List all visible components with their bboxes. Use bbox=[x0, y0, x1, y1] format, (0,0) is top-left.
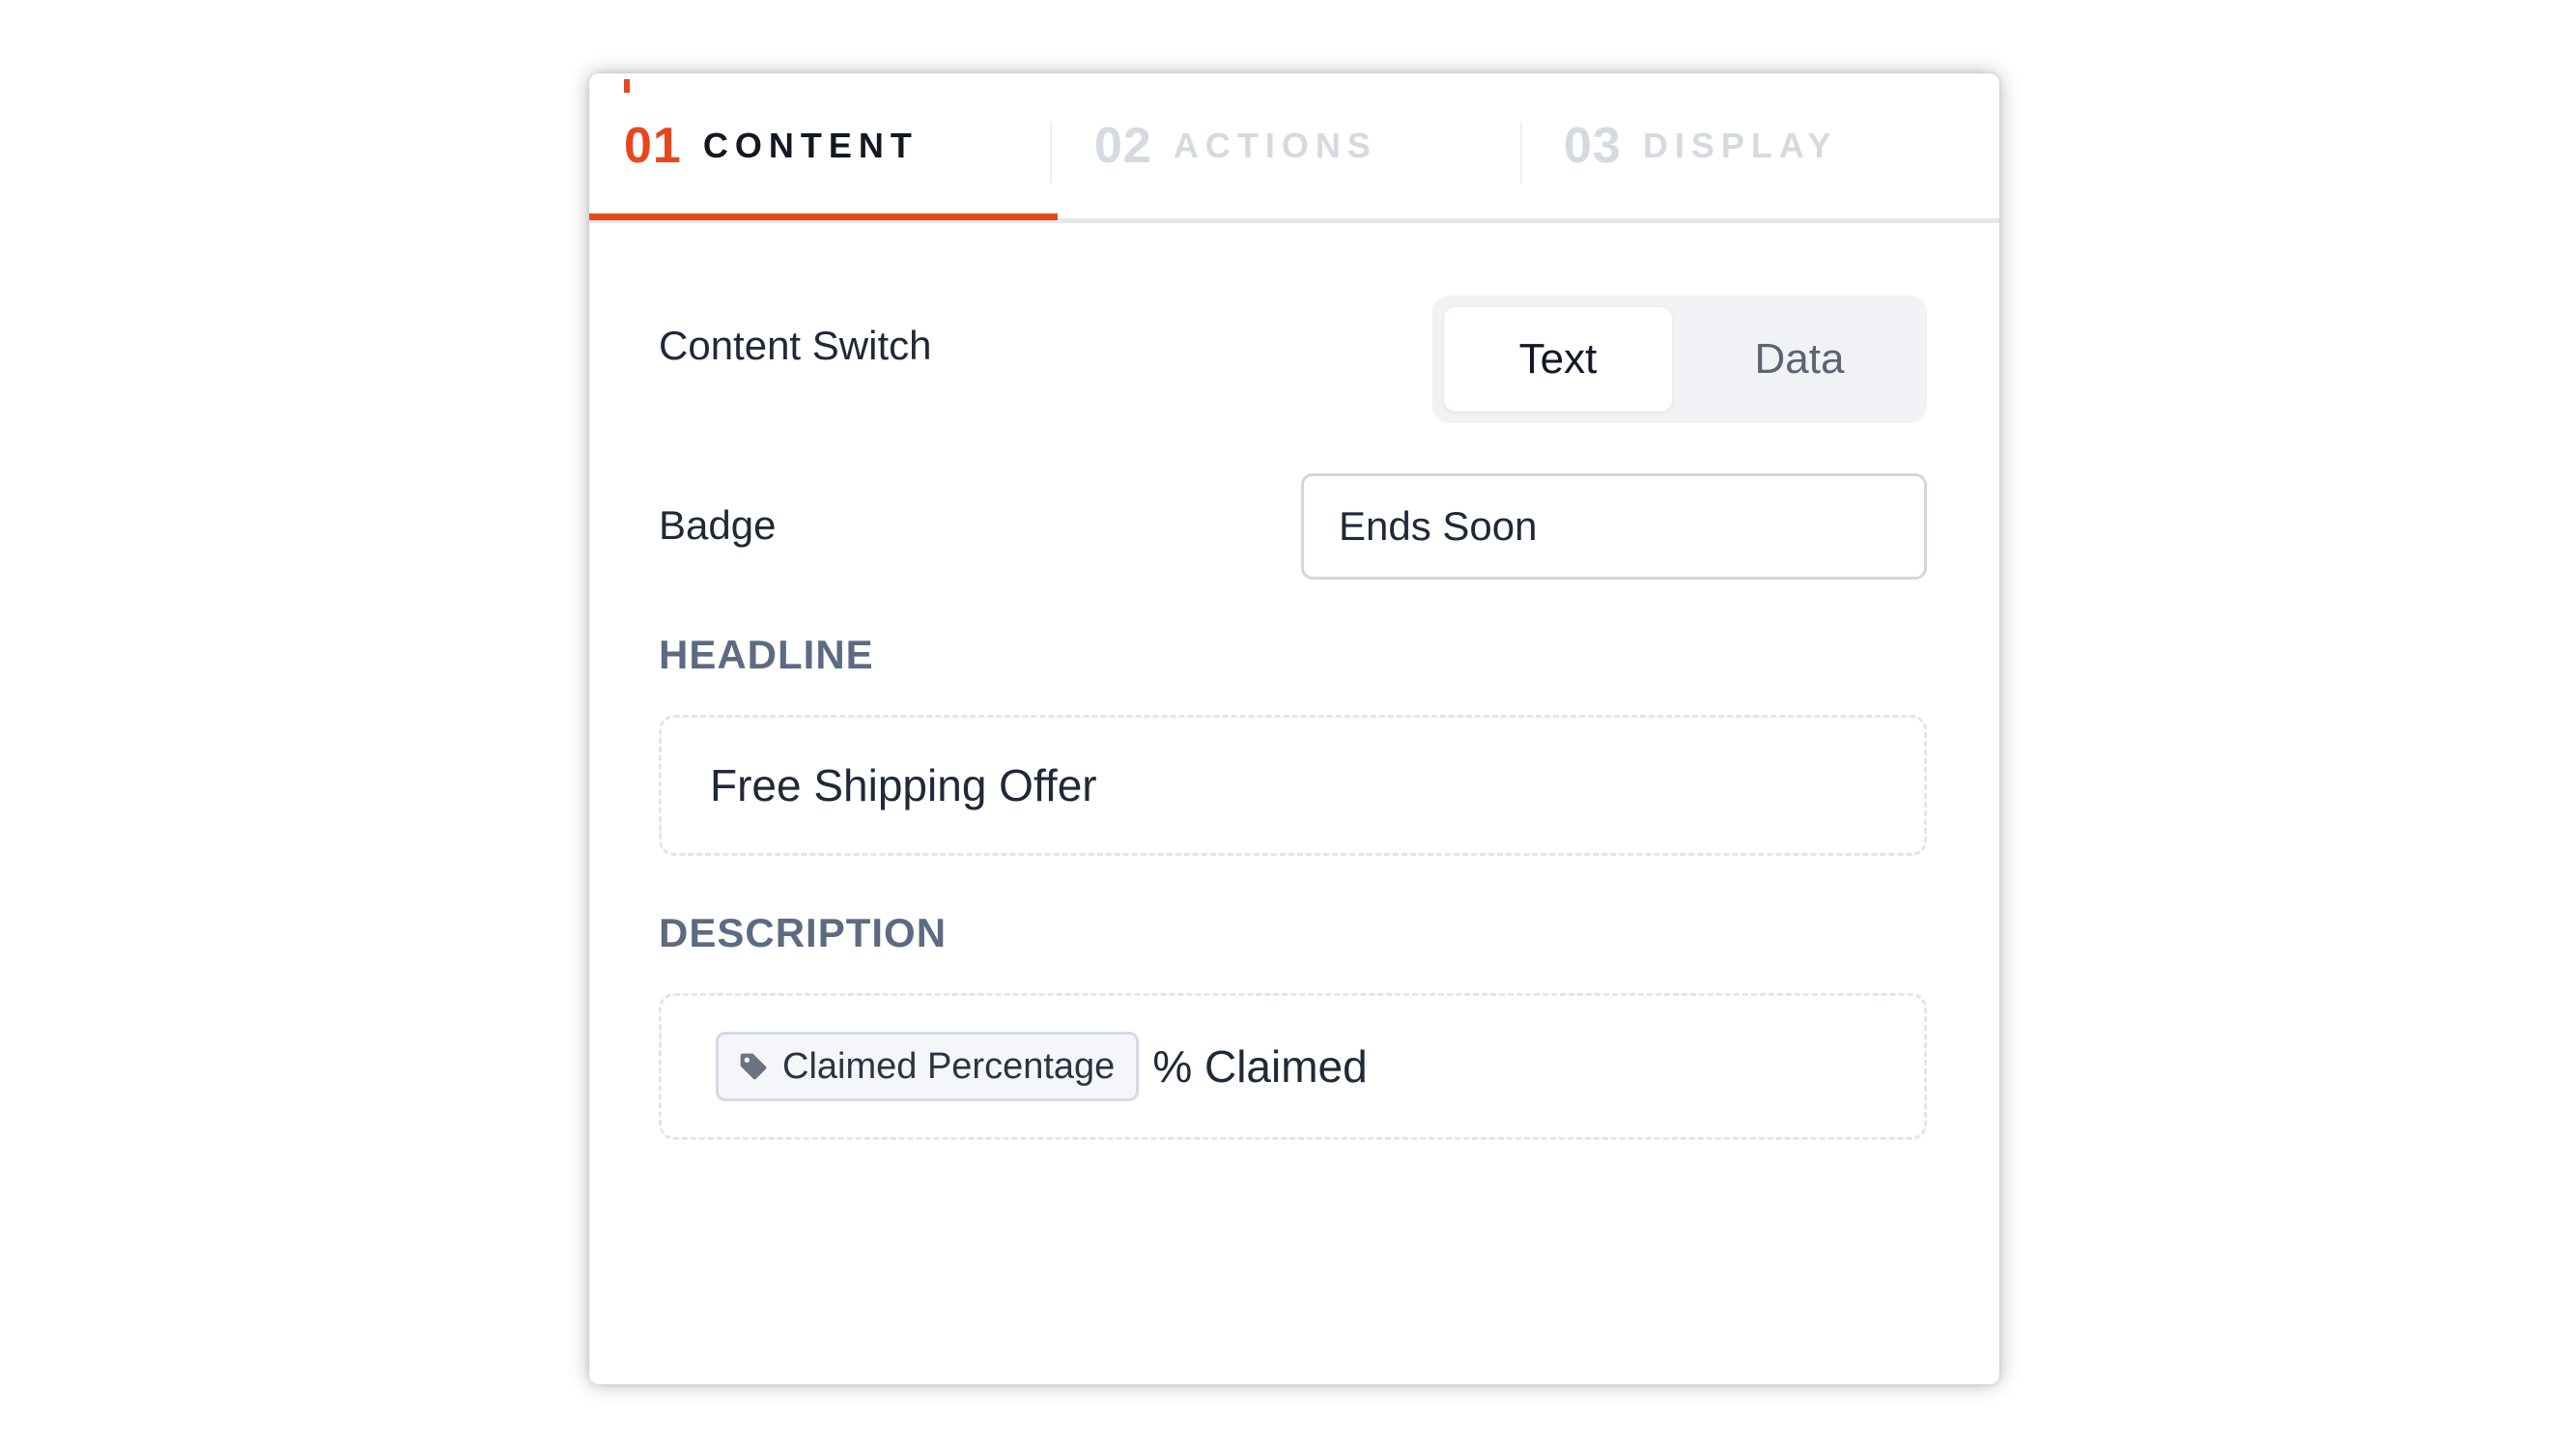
badge-label: Badge bbox=[659, 502, 777, 548]
tab-number: 02 bbox=[1094, 118, 1152, 174]
content-switch-text-option[interactable]: Text bbox=[1444, 307, 1672, 412]
tab-number: 01 bbox=[624, 118, 682, 174]
description-editor[interactable]: Claimed Percentage % Claimed bbox=[659, 993, 1927, 1140]
tab-label: DISPLAY bbox=[1642, 126, 1838, 165]
tab-divider bbox=[1050, 122, 1052, 184]
headline-text: Free Shipping Offer bbox=[710, 760, 1097, 810]
step-tabs: 01 CONTENT 02 ACTIONS 03 DISPLAY bbox=[589, 73, 1999, 223]
claimed-percentage-token[interactable]: Claimed Percentage bbox=[716, 1032, 1140, 1101]
tab-divider bbox=[1520, 122, 1522, 184]
tab-actions[interactable]: 02 ACTIONS bbox=[1060, 73, 1530, 218]
tab-label: CONTENT bbox=[702, 126, 919, 165]
badge-input[interactable] bbox=[1301, 473, 1927, 580]
tab-label: ACTIONS bbox=[1173, 126, 1377, 165]
content-switch-data-option[interactable]: Data bbox=[1685, 307, 1913, 412]
description-heading: DESCRIPTION bbox=[659, 910, 948, 955]
tab-content[interactable]: 01 CONTENT bbox=[589, 73, 1060, 218]
headline-heading: HEADLINE bbox=[659, 632, 874, 677]
content-switch-toggle: Text Data bbox=[1432, 296, 1927, 423]
tab-number: 03 bbox=[1564, 118, 1622, 174]
content-settings-panel: 01 CONTENT 02 ACTIONS 03 DISPLAY Content… bbox=[589, 73, 1999, 1384]
active-tab-underline bbox=[589, 213, 1058, 220]
token-label: Claimed Percentage bbox=[782, 1045, 1116, 1087]
content-switch-label: Content Switch bbox=[659, 323, 932, 368]
tab-display[interactable]: 03 DISPLAY bbox=[1529, 73, 1999, 218]
headline-editor[interactable]: Free Shipping Offer bbox=[659, 715, 1927, 856]
description-suffix-text: % Claimed bbox=[1152, 1041, 1368, 1092]
tag-icon bbox=[738, 1051, 769, 1082]
